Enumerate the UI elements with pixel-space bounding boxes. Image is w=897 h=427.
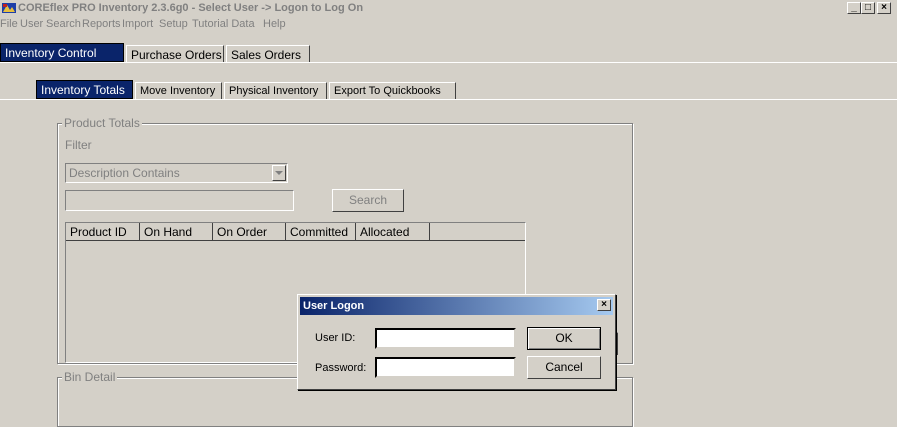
product-totals-label: Product Totals [62,116,142,130]
user-logon-dialog: User Logon × User ID: Password: OK Cance… [297,294,616,390]
filter-select[interactable]: Description Contains [65,163,288,183]
tab-export-to-quickbooks[interactable]: Export To Quickbooks [329,82,456,99]
menu-user[interactable]: User [20,18,43,30]
main-tab-divider [0,62,897,63]
menu-setup[interactable]: Setup [159,18,188,30]
filter-dropdown-button[interactable] [272,165,286,181]
sub-tab-divider [0,99,897,100]
grid-header-divider [66,240,525,241]
search-button[interactable]: Search [332,189,404,212]
tab-move-inventory[interactable]: Move Inventory [135,82,222,99]
dialog-title-bar[interactable]: User Logon × [300,297,613,315]
tab-sales-orders[interactable]: Sales Orders [226,45,310,62]
tab-physical-inventory[interactable]: Physical Inventory [224,82,327,99]
tab-inventory-control[interactable]: Inventory Control [0,43,124,62]
close-icon: × [601,299,607,310]
menu-help[interactable]: Help [263,18,286,30]
user-id-label: User ID: [315,332,356,344]
col-on-order[interactable]: On Order [213,223,286,240]
chevron-down-icon [275,171,283,175]
tab-purchase-orders[interactable]: Purchase Orders [126,45,224,62]
title-bar[interactable]: COREflex PRO Inventory 2.3.6g0 - Select … [0,0,897,17]
maximize-icon: □ [864,2,872,13]
ok-button-label: OK [555,331,573,345]
filter-select-value: Description Contains [69,166,180,180]
dialog-title: User Logon [303,300,365,312]
tab-inventory-totals[interactable]: Inventory Totals [36,80,133,99]
menu-tutorial-data[interactable]: Tutorial Data [192,18,255,30]
password-input[interactable] [375,357,516,378]
user-id-input[interactable] [375,328,516,349]
col-product-id[interactable]: Product ID [66,223,140,240]
menu-file[interactable]: File [0,18,18,30]
search-button-label: Search [348,193,388,207]
menu-import[interactable]: Import [122,18,153,30]
app-icon [2,3,16,13]
minimize-icon: _ [851,2,857,13]
close-button[interactable]: × [877,2,891,14]
window-title: COREflex PRO Inventory 2.3.6g0 - Select … [18,2,364,14]
bin-detail-label: Bin Detail [62,370,118,384]
minimize-button[interactable]: _ [847,2,861,14]
menu-bar: File User Search Reports Import Setup Tu… [0,17,897,33]
maximize-button[interactable]: □ [861,2,875,14]
filter-label: Filter [65,138,92,152]
col-allocated[interactable]: Allocated [356,223,430,240]
search-input[interactable] [65,190,294,211]
dialog-close-button[interactable]: × [597,299,611,311]
cancel-button[interactable]: Cancel [527,356,601,379]
close-icon: × [881,2,887,13]
menu-reports[interactable]: Reports [82,18,121,30]
col-committed[interactable]: Committed [286,223,356,240]
password-label: Password: [315,362,367,374]
ok-button[interactable]: OK [527,327,601,350]
cancel-button-label: Cancel [545,360,583,374]
col-on-hand[interactable]: On Hand [140,223,213,240]
menu-search[interactable]: Search [46,18,81,30]
